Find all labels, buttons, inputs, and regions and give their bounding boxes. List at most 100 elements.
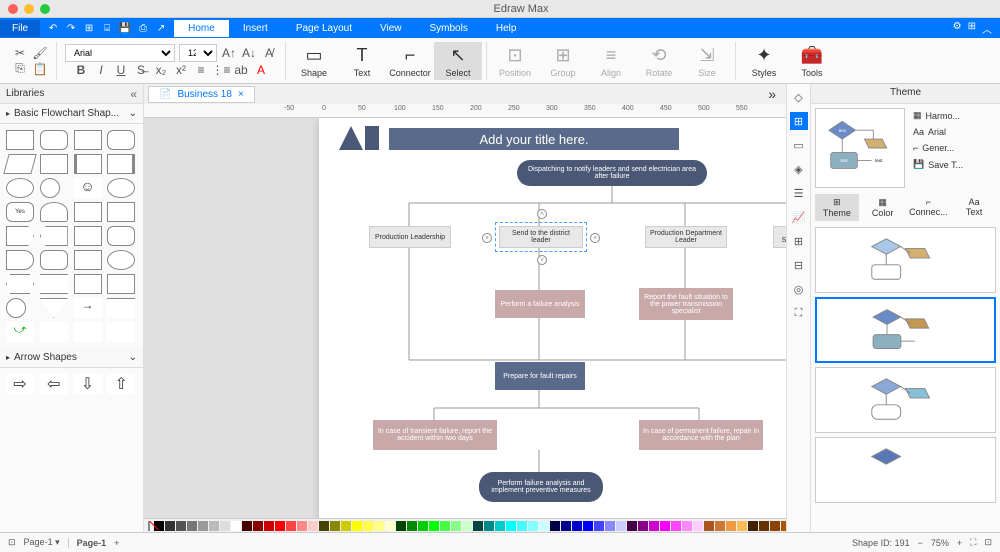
tab-insert[interactable]: Insert <box>229 20 282 37</box>
conn-point-top[interactable]: ˄ <box>537 209 547 219</box>
node-dispatching[interactable]: Dispatching to notify leaders and send e… <box>517 160 707 186</box>
file-menu[interactable]: File <box>0 20 40 37</box>
add-page-button[interactable]: + <box>114 538 119 548</box>
theme-thumb-2[interactable] <box>815 297 996 363</box>
shape-misc2[interactable] <box>107 274 135 294</box>
title-block[interactable]: Add your title here. <box>389 128 679 150</box>
maximize-window-icon[interactable] <box>40 4 50 14</box>
tab-symbols[interactable]: Symbols <box>416 20 482 37</box>
font-name-select[interactable]: Arial <box>65 44 175 62</box>
page-selector[interactable]: Page-1 ▾ <box>24 537 60 548</box>
minimize-window-icon[interactable] <box>24 4 34 14</box>
node-permanent[interactable]: In case of permanent failure, repair in … <box>639 420 763 450</box>
color-swatch[interactable] <box>396 521 406 531</box>
shape-rect2[interactable] <box>74 130 102 150</box>
chart-icon[interactable]: 📈 <box>790 208 808 226</box>
rotate-tool[interactable]: ⟲Rotate <box>635 42 683 80</box>
arrow-left[interactable]: ⇦ <box>40 374 68 394</box>
node-report-fault[interactable]: Report the fault situation to the power … <box>639 288 733 320</box>
shape-ellipse2[interactable] <box>107 178 135 198</box>
color-swatch[interactable] <box>429 521 439 531</box>
group-tool[interactable]: ⊞Group <box>539 42 587 80</box>
shape-card[interactable] <box>74 202 102 222</box>
color-swatch[interactable] <box>363 521 373 531</box>
zoom-level[interactable]: 75% <box>931 538 949 548</box>
distribute-icon[interactable]: ⛶ <box>790 304 808 322</box>
color-swatch[interactable] <box>330 521 340 531</box>
shape-predefined2[interactable] <box>107 154 135 174</box>
shape-ellipse[interactable] <box>6 178 34 198</box>
align-tool[interactable]: ≡Align <box>587 42 635 80</box>
export-icon[interactable]: ↗ <box>154 21 168 35</box>
shape-triangle[interactable] <box>40 298 68 318</box>
properties-icon[interactable]: ☰ <box>790 184 808 202</box>
redo-icon[interactable]: ↷ <box>64 21 78 35</box>
superscript-icon[interactable]: x² <box>173 62 189 78</box>
color-swatch[interactable] <box>539 521 549 531</box>
close-tab-icon[interactable]: × <box>238 89 244 100</box>
color-swatch[interactable] <box>198 521 208 531</box>
color-swatch[interactable] <box>165 521 175 531</box>
color-swatch[interactable] <box>275 521 285 531</box>
theme-list[interactable] <box>811 223 1000 532</box>
canvas[interactable]: Add your title here. <box>144 118 786 518</box>
subtab-text[interactable]: AaText <box>952 194 996 221</box>
theme-icon[interactable]: ⊞ <box>790 112 808 130</box>
new-icon[interactable]: ⊞ <box>82 21 96 35</box>
increase-font-icon[interactable]: A↑ <box>221 45 237 61</box>
connector-tool[interactable]: ⌐Connector <box>386 42 434 80</box>
color-swatch[interactable] <box>506 521 516 531</box>
color-swatch[interactable] <box>715 521 725 531</box>
subtab-connector[interactable]: ⌐Connec... <box>907 194 951 221</box>
node-preventive[interactable]: Perform failure analysis and implement p… <box>479 472 603 502</box>
color-swatch[interactable] <box>572 521 582 531</box>
node-transient[interactable]: In case of transient failure, report the… <box>373 420 497 450</box>
close-window-icon[interactable] <box>8 4 18 14</box>
color-swatch[interactable] <box>231 521 241 531</box>
color-swatch[interactable] <box>561 521 571 531</box>
color-swatch[interactable] <box>671 521 681 531</box>
color-swatch[interactable] <box>583 521 593 531</box>
color-swatch[interactable] <box>341 521 351 531</box>
fill-icon[interactable]: ◇ <box>790 88 808 106</box>
shape-misc1[interactable] <box>74 274 102 294</box>
color-swatch[interactable] <box>726 521 736 531</box>
fullscreen-icon[interactable]: ⊡ <box>984 537 992 548</box>
node-security[interactable]: Leader of Security Supervision Departmen… <box>773 226 786 248</box>
color-swatch[interactable] <box>286 521 296 531</box>
format-painter-icon[interactable]: 🖌 <box>32 45 48 61</box>
color-swatch[interactable] <box>495 521 505 531</box>
color-swatch[interactable] <box>418 521 428 531</box>
color-swatch[interactable] <box>264 521 274 531</box>
color-swatch[interactable] <box>253 521 263 531</box>
color-swatch[interactable] <box>484 521 494 531</box>
shape-curve[interactable]: ⤻ <box>6 322 34 342</box>
cut-icon[interactable]: ✂ <box>12 45 28 61</box>
expand-canvas-icon[interactable]: » <box>762 86 782 102</box>
shape-predefined[interactable] <box>74 154 102 174</box>
color-swatch[interactable] <box>737 521 747 531</box>
shape-doc[interactable] <box>74 250 102 270</box>
theme-save[interactable]: 💾Save T... <box>911 157 996 172</box>
size-tool[interactable]: ⇲Size <box>683 42 731 80</box>
shape-annotation[interactable] <box>107 298 135 318</box>
arrow-up[interactable]: ⇧ <box>107 374 135 394</box>
color-swatch[interactable] <box>748 521 758 531</box>
settings-icon[interactable]: ⚙ <box>953 21 962 36</box>
highlight-icon[interactable]: ab <box>233 62 249 78</box>
shape-circle[interactable] <box>40 178 60 198</box>
color-swatch[interactable] <box>627 521 637 531</box>
shape-circle2[interactable] <box>6 298 26 318</box>
clear-format-icon[interactable]: A̸ <box>261 45 277 61</box>
color-swatch[interactable] <box>616 521 626 531</box>
subtab-color[interactable]: ▦Color <box>861 194 905 221</box>
print-icon[interactable]: ⎙ <box>136 21 150 35</box>
color-swatch[interactable] <box>605 521 615 531</box>
node-failure-analysis[interactable]: Perform a failure analysis <box>495 290 585 318</box>
conn-point-right[interactable]: × <box>590 233 600 243</box>
conn-point-bottom[interactable]: ˅ <box>537 255 547 265</box>
theme-font[interactable]: AaArial <box>911 125 996 139</box>
page-layout-icon[interactable]: ⊡ <box>8 537 16 548</box>
tab-view[interactable]: View <box>366 20 416 37</box>
table-icon[interactable]: ⊞ <box>790 232 808 250</box>
